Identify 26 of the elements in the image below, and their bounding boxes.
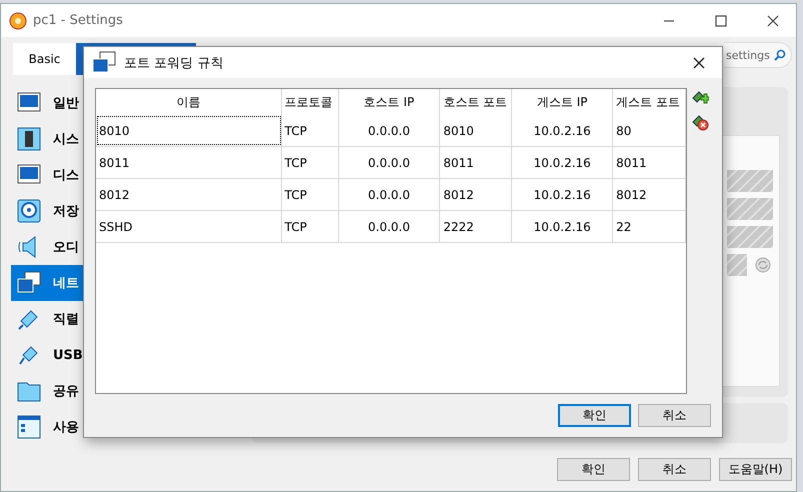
table-cell: 10.0.2.16: [512, 211, 614, 242]
window-title: pc1 - Settings: [33, 13, 124, 28]
table-cell: TCP: [282, 115, 339, 146]
table-cell: 22: [613, 211, 686, 242]
table-cell: 80: [613, 115, 686, 146]
table-cell: 8011: [440, 147, 512, 178]
table-cell: 8012: [96, 179, 282, 210]
table-cell: 0.0.0.0: [338, 115, 440, 146]
table-cell: 2222: [440, 211, 512, 242]
table-cell: SSHD: [96, 211, 282, 242]
table-cell: 8012: [613, 179, 686, 210]
table-cell: 8010: [96, 115, 282, 146]
table-cell: 0.0.0.0: [338, 211, 440, 242]
table-cell: TCP: [282, 179, 339, 210]
table-cell: 8010: [440, 115, 512, 146]
table-cell: TCP: [282, 147, 339, 178]
dialog-title: 포트 포워딩 규칙: [124, 54, 224, 72]
table-cell: 0.0.0.0: [338, 179, 440, 210]
table-cell: 8011: [613, 147, 686, 178]
table-cell: 8011: [96, 147, 282, 178]
table-cell: 10.0.2.16: [512, 115, 614, 146]
table-cell: 0.0.0.0: [338, 147, 440, 178]
table-cell: TCP: [282, 211, 339, 242]
table-cell: 10.0.2.16: [512, 147, 614, 178]
table-cell: 8012: [440, 179, 512, 210]
table-cell: 10.0.2.16: [512, 179, 614, 210]
